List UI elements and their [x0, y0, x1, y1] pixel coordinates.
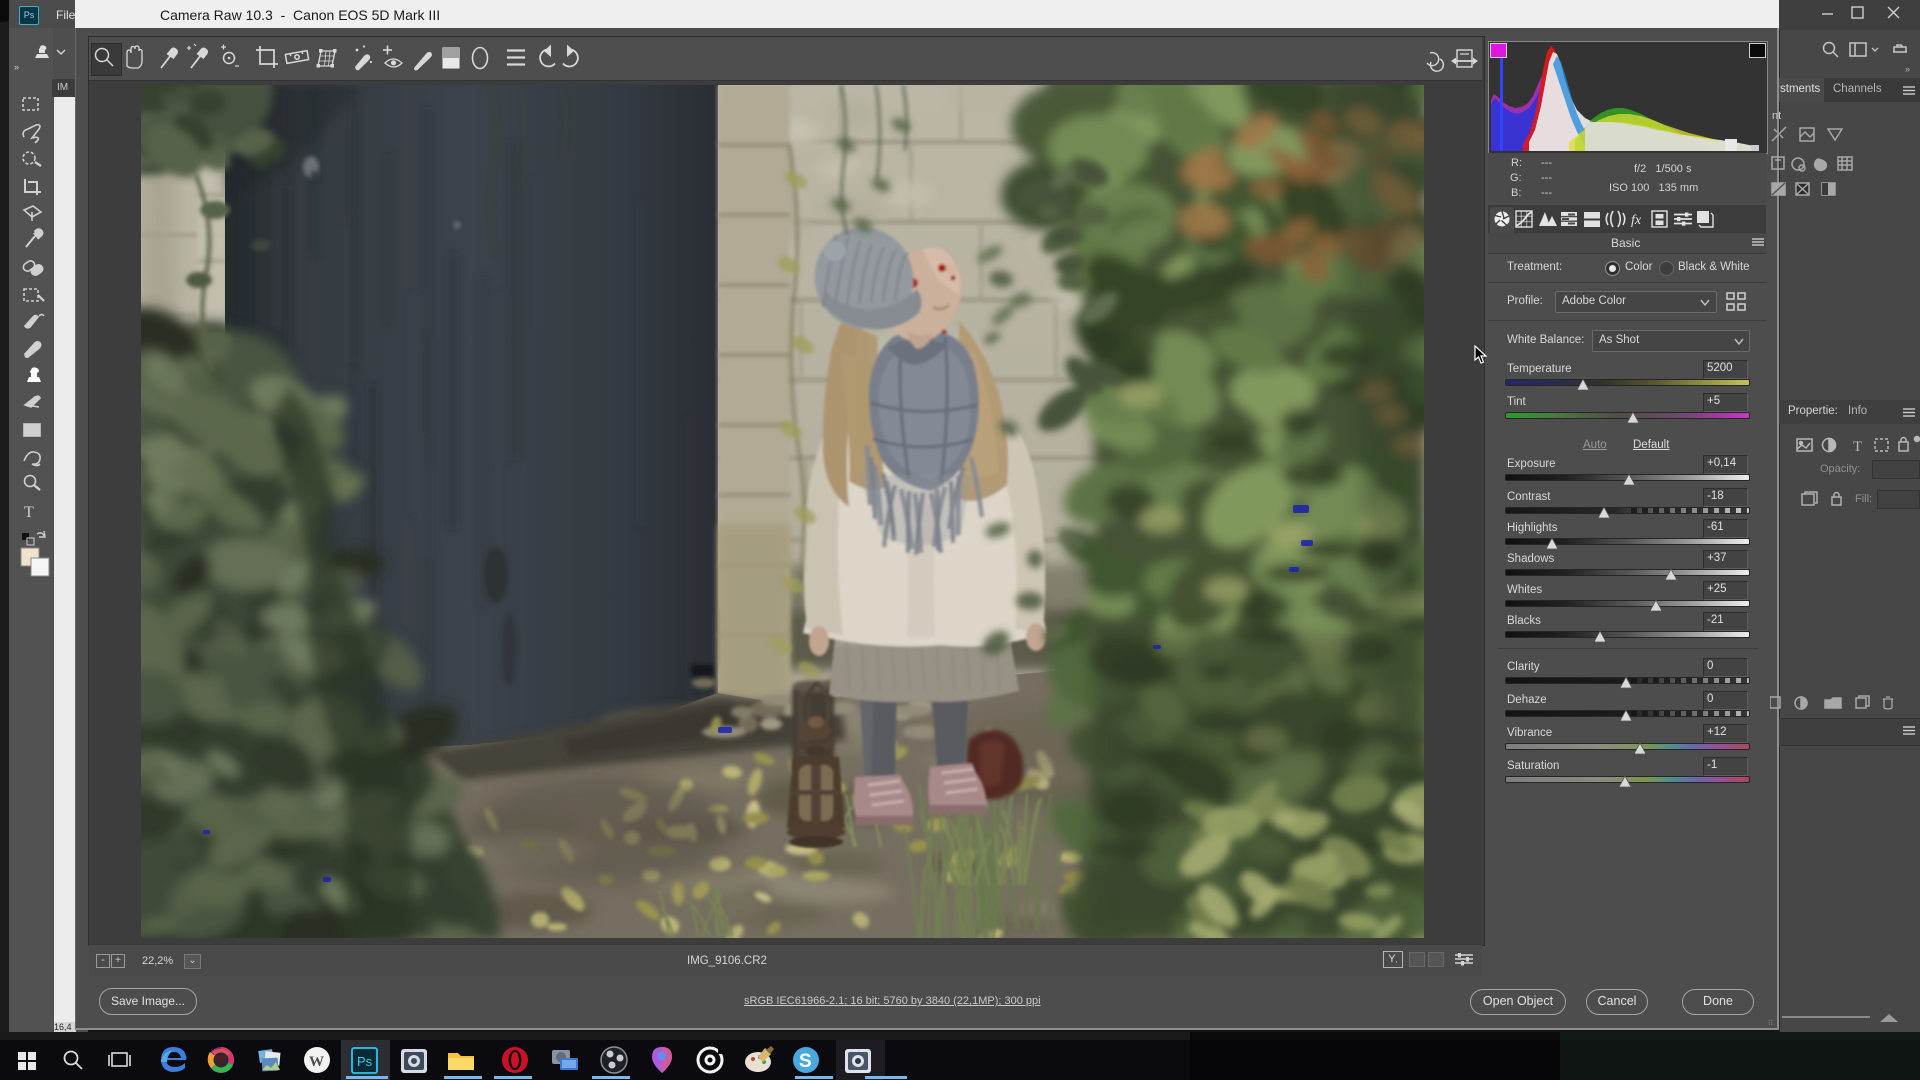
svg-text:Ps: Ps: [357, 1054, 373, 1069]
svg-text:fx: fx: [1631, 213, 1642, 228]
svg-text:S: S: [799, 1051, 812, 1072]
svg-text:T: T: [24, 504, 34, 521]
svg-text:T: T: [1853, 439, 1862, 455]
svg-text:W: W: [309, 1054, 324, 1070]
